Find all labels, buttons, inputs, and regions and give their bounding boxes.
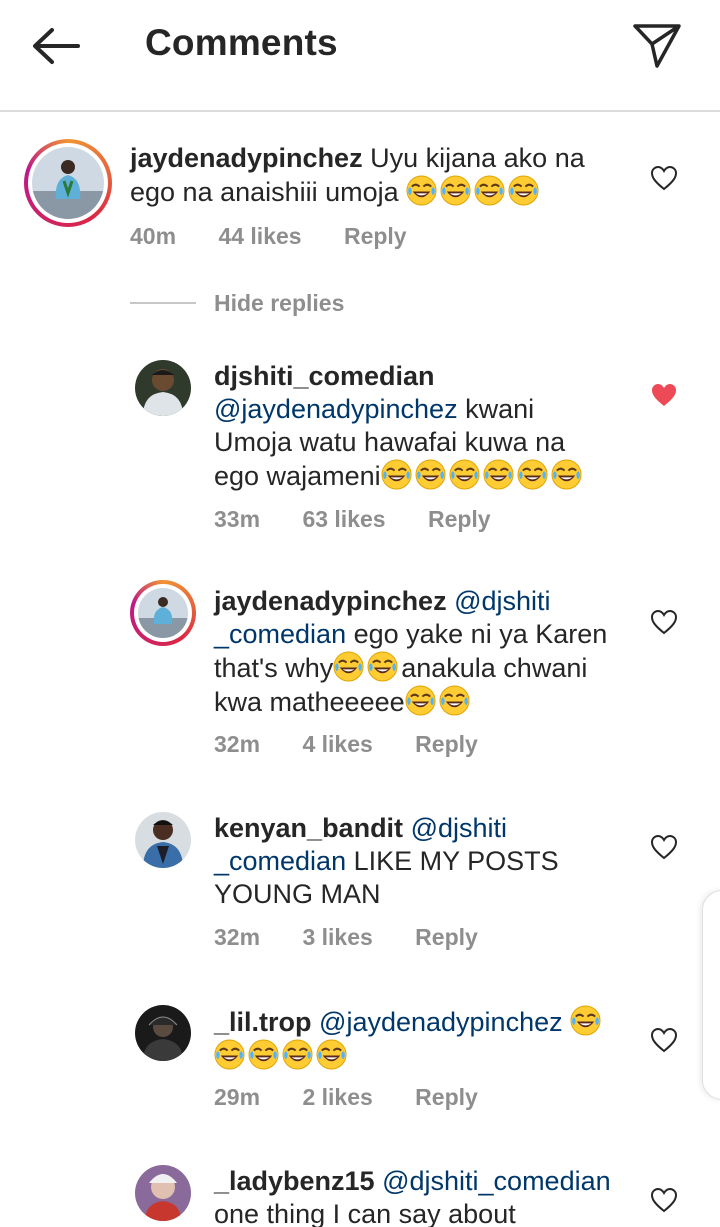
reply-body-line3: ego wajameni: [214, 461, 381, 491]
comment-text: jaydenadypinchez Uyu kijana ako na ego n…: [130, 142, 670, 209]
emoji-icon: [405, 685, 436, 716]
comment-username[interactable]: jaydenadypinchez: [130, 143, 363, 173]
heart-icon[interactable]: [650, 609, 678, 635]
emoji-icon: [316, 1039, 347, 1070]
reply-item: djshiti_comedian @jaydenadypinchez kwani…: [0, 360, 720, 540]
avatar[interactable]: [135, 1165, 191, 1221]
reply-item: _lil.trop @jaydenadypinchez 29m 2 likes …: [0, 1005, 720, 1125]
reply-button[interactable]: Reply: [415, 731, 478, 758]
reply-username[interactable]: kenyan_bandit: [214, 813, 403, 843]
reply-time: 32m: [214, 731, 261, 757]
reply-body-line3: YOUNG MAN: [214, 879, 381, 909]
emoji-icon: [508, 175, 539, 206]
mention-link[interactable]: @djshiti: [454, 586, 550, 616]
reply-username[interactable]: _lil.trop: [214, 1007, 312, 1037]
reply-body: LIKE MY POSTS: [346, 846, 559, 876]
emoji-icon: [415, 459, 446, 490]
heart-icon[interactable]: [650, 1187, 678, 1213]
reply-body-line3b: anakula chwani: [401, 653, 588, 683]
back-button[interactable]: [30, 24, 82, 68]
reply-likes[interactable]: 3 likes: [302, 924, 372, 951]
mention-link[interactable]: @jaydenadypinchez: [214, 394, 458, 424]
reply-body-line4: kwa matheeeee: [214, 687, 405, 717]
emoji-icon: [440, 175, 471, 206]
emoji-icon: [570, 1005, 601, 1036]
reply-time: 32m: [214, 924, 261, 950]
edge-panel-handle[interactable]: [702, 890, 720, 1100]
emoji-icon: [282, 1039, 313, 1070]
reply-likes[interactable]: 63 likes: [302, 506, 385, 533]
comment-meta: 40m 44 likes Reply: [130, 223, 443, 250]
reply-text: jaydenadypinchez @djshiti _comedian ego …: [214, 585, 654, 719]
reply-username[interactable]: djshiti_comedian: [214, 361, 435, 391]
reply-button[interactable]: Reply: [428, 506, 491, 533]
emoji-icon: [367, 651, 398, 682]
emoji-icon: [333, 651, 364, 682]
emoji-icon: [551, 459, 582, 490]
reply-button[interactable]: Reply: [415, 924, 478, 951]
reply-text: kenyan_bandit @djshiti _comedian LIKE MY…: [214, 812, 654, 911]
emoji-icon: [483, 459, 514, 490]
emoji-icon: [439, 685, 470, 716]
reply-text: _lil.trop @jaydenadypinchez: [214, 1005, 654, 1073]
heart-icon[interactable]: [650, 834, 678, 860]
reply-meta: 29m 2 likes Reply: [214, 1084, 514, 1111]
mention-link[interactable]: @jaydenadypinchez: [319, 1007, 563, 1037]
reply-username[interactable]: jaydenadypinchez: [214, 586, 447, 616]
avatar[interactable]: [135, 360, 191, 416]
comment-item: jaydenadypinchez Uyu kijana ako na ego n…: [0, 130, 720, 270]
emoji-icon: [406, 175, 437, 206]
reply-meta: 32m 4 likes Reply: [214, 731, 514, 758]
emoji-icon: [381, 459, 412, 490]
send-button[interactable]: [630, 18, 684, 72]
reply-meta: 32m 3 likes Reply: [214, 924, 514, 951]
reply-likes[interactable]: 4 likes: [302, 731, 372, 758]
mention-link[interactable]: @djshiti_comedian: [382, 1166, 611, 1196]
reply-item: _ladybenz15 @djshiti_comedian one thing …: [0, 1165, 720, 1227]
hide-replies-label: Hide replies: [214, 290, 345, 316]
reply-time: 29m: [214, 1084, 261, 1110]
reply-username[interactable]: _ladybenz15: [214, 1166, 375, 1196]
comments-header: Comments: [0, 0, 720, 112]
emoji-icon: [248, 1039, 279, 1070]
reply-body: kwani: [457, 394, 535, 424]
avatar[interactable]: [130, 580, 196, 646]
avatar[interactable]: [135, 1005, 191, 1061]
divider-line: [130, 302, 196, 304]
reply-body-line3a: that's why: [214, 653, 334, 683]
reply-item: jaydenadypinchez @djshiti _comedian ego …: [0, 580, 720, 775]
mention-link-cont[interactable]: _comedian: [214, 619, 346, 649]
reply-text: _ladybenz15 @djshiti_comedian one thing …: [214, 1165, 654, 1227]
reply-meta: 33m 63 likes Reply: [214, 506, 527, 533]
reply-body: ego yake ni ya Karen: [346, 619, 608, 649]
comment-likes[interactable]: 44 likes: [218, 223, 301, 250]
reply-likes[interactable]: 2 likes: [302, 1084, 372, 1111]
reply-button[interactable]: Reply: [415, 1084, 478, 1111]
send-icon: [633, 24, 681, 68]
page-title: Comments: [145, 22, 338, 63]
reply-text: djshiti_comedian @jaydenadypinchez kwani…: [214, 360, 654, 493]
emoji-icon: [449, 459, 480, 490]
emoji-icon: [214, 1039, 245, 1070]
arrow-left-icon: [33, 28, 80, 64]
comment-body: Uyu kijana ako na: [370, 143, 585, 173]
emoji-icon: [474, 175, 505, 206]
reply-button[interactable]: Reply: [344, 223, 407, 250]
heart-icon[interactable]: [650, 1027, 678, 1053]
comment-time: 40m: [130, 223, 177, 249]
heart-icon-liked[interactable]: [650, 382, 678, 408]
mention-link[interactable]: @djshiti: [411, 813, 507, 843]
reply-body: one thing I can say about: [214, 1199, 516, 1227]
heart-icon[interactable]: [650, 165, 678, 191]
mention-link-cont[interactable]: _comedian: [214, 846, 346, 876]
avatar[interactable]: [135, 812, 191, 868]
reply-time: 33m: [214, 506, 261, 532]
reply-body-line2: Umoja watu hawafai kuwa na: [214, 427, 566, 457]
emoji-icon: [517, 459, 548, 490]
comment-body-line2: ego na anaishiii umoja: [130, 177, 399, 207]
reply-item: kenyan_bandit @djshiti _comedian LIKE MY…: [0, 812, 720, 962]
avatar[interactable]: [24, 139, 112, 227]
